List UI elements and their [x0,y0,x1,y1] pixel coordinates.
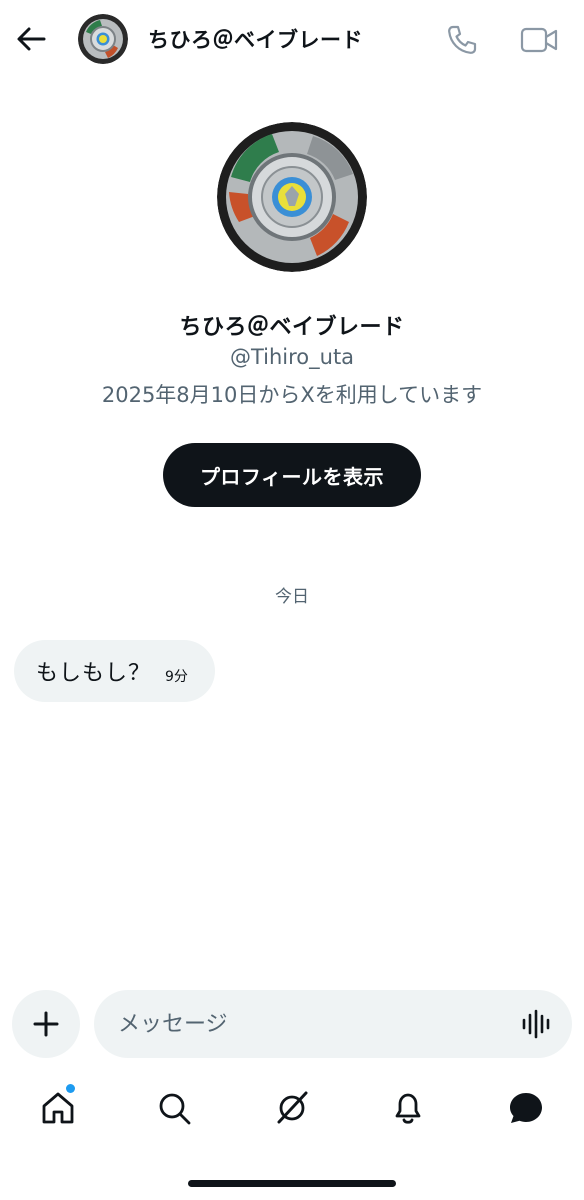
grok-icon[interactable] [272,1088,312,1128]
conversation-header: ちひろ＠ベイブレード [0,0,584,78]
profile-handle: @Tihiro_uta [229,345,355,369]
header-avatar[interactable] [78,14,128,64]
profile-avatar[interactable] [217,122,367,272]
message-input[interactable] [94,990,572,1058]
profile-joined-date: 2025年8月10日からXを利用しています [101,383,483,407]
plus-icon [33,1011,59,1037]
view-profile-button[interactable]: プロフィールを表示 [163,443,421,507]
message-time: 9分 [165,669,188,685]
voice-icon[interactable] [520,1009,554,1039]
message-bubble[interactable]: もしもし？ 9分 [14,640,215,702]
phone-icon[interactable] [444,22,480,58]
notifications-icon[interactable] [388,1088,428,1128]
day-separator: 今日 [275,587,309,607]
video-icon[interactable] [518,22,560,58]
header-username[interactable]: ちひろ＠ベイブレード [148,24,363,54]
messages-icon[interactable] [506,1088,546,1128]
message-text: もしもし？ [36,661,152,686]
home-icon[interactable] [38,1088,78,1128]
add-media-button[interactable] [12,990,80,1058]
back-arrow-icon[interactable] [14,22,48,56]
home-indicator [188,1180,396,1187]
search-icon[interactable] [154,1088,194,1128]
home-notification-dot [66,1084,75,1093]
profile-name: ちひろ＠ベイブレード [179,315,405,340]
